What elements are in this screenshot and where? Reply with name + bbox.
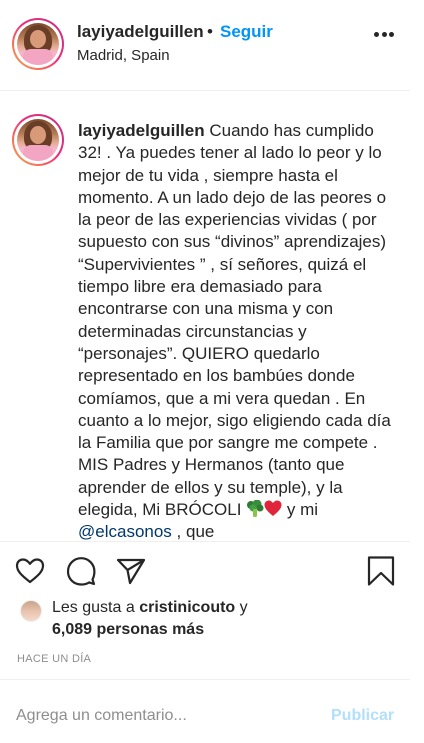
- location-link[interactable]: Madrid, Spain: [77, 47, 170, 64]
- caption-text: layiyadelguillen Cuando has cumplido 32!…: [78, 120, 396, 540]
- likes-section: Les gusta a cristinicouto y 6,089 person…: [0, 596, 424, 646]
- header-divider: [0, 90, 410, 91]
- profile-avatar[interactable]: [12, 18, 64, 70]
- action-bar: [0, 545, 424, 595]
- more-horizontal-icon[interactable]: [374, 32, 394, 40]
- mention-link[interactable]: @elcasonos: [78, 522, 172, 540]
- separator-dot: •: [207, 22, 213, 41]
- caption-divider: [0, 541, 410, 542]
- liker-avatar[interactable]: [20, 600, 42, 622]
- likes-conjunction: y: [239, 599, 248, 616]
- post-header: layiyadelguillen • Seguir Madrid, Spain: [0, 0, 424, 90]
- comment-bar: Publicar: [0, 681, 424, 743]
- broccoli-emoji-icon: [247, 500, 264, 518]
- send-icon[interactable]: [115, 555, 147, 587]
- comment-divider: [0, 679, 410, 680]
- caption-tail: , que: [176, 522, 215, 540]
- likes-count-link[interactable]: 6,089 personas más: [52, 621, 204, 639]
- heart-icon[interactable]: [14, 555, 46, 587]
- caption-section: layiyadelguillen Cuando has cumplido 32!…: [0, 92, 424, 540]
- likes-summary: Les gusta a cristinicouto y: [52, 599, 248, 617]
- caption-avatar[interactable]: [12, 114, 64, 166]
- post-timestamp[interactable]: HACE UN DÍA: [17, 653, 91, 665]
- comment-icon[interactable]: [65, 555, 97, 587]
- heart-emoji-icon: [264, 500, 282, 517]
- caption-body: Cuando has cumplido 32! . Ya puedes tene…: [78, 121, 391, 520]
- follow-button[interactable]: Seguir: [220, 22, 273, 42]
- comment-input[interactable]: [16, 707, 316, 725]
- likes-prefix: Les gusta a: [52, 599, 135, 616]
- bookmark-icon[interactable]: [365, 555, 397, 587]
- liker-username-link[interactable]: cristinicouto: [139, 599, 235, 616]
- username-link[interactable]: layiyadelguillen: [77, 22, 204, 42]
- caption-middle: y mi: [286, 500, 319, 520]
- publish-button[interactable]: Publicar: [331, 707, 394, 725]
- caption-username-link[interactable]: layiyadelguillen: [78, 121, 205, 140]
